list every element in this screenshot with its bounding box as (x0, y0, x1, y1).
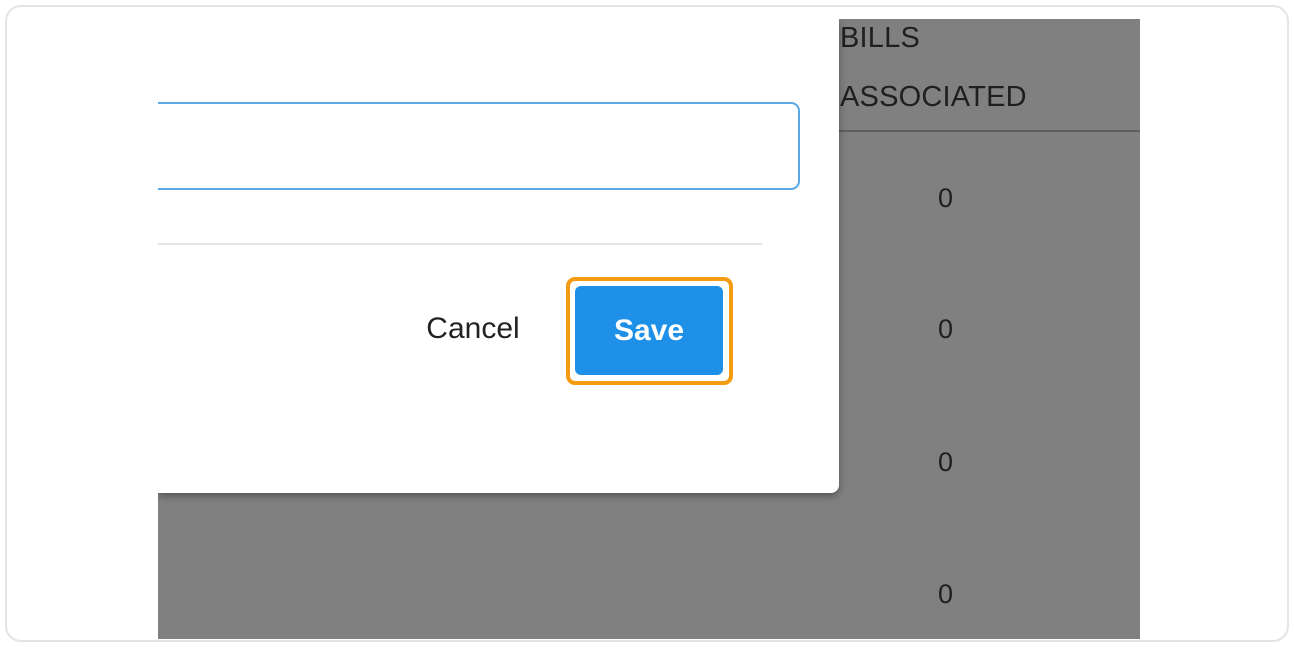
table-header: BILLS ASSOCIATED (838, 19, 1140, 132)
screenshot-frame: BILLS ASSOCIATED 0 0 0 0 Cancel Save (5, 5, 1289, 642)
table-cell-bills-associated: 0 (938, 314, 954, 344)
app-viewport: BILLS ASSOCIATED 0 0 0 0 Cancel Save (158, 19, 1140, 639)
save-button[interactable]: Save (575, 286, 723, 375)
table-cell-bills-associated: 0 (938, 579, 954, 609)
table-cell-bills-associated: 0 (938, 447, 954, 477)
edit-dialog: Cancel Save (158, 19, 839, 493)
dialog-text-input[interactable] (158, 102, 800, 190)
column-header-bills-associated: BILLS ASSOCIATED (840, 22, 1027, 113)
table-cell-bills-associated: 0 (938, 183, 954, 213)
dialog-divider (158, 243, 762, 245)
cancel-button[interactable]: Cancel (403, 299, 543, 359)
